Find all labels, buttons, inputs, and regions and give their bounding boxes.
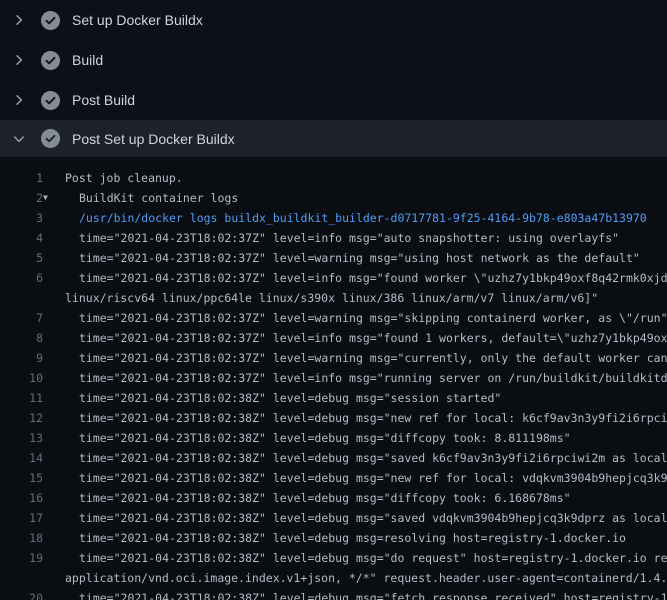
chevron-down-icon [13,133,25,145]
log-line-number[interactable]: 6 [0,268,43,288]
log-line-number[interactable] [0,288,43,308]
log-row: 15 time="2021-04-23T18:02:38Z" level=deb… [0,468,667,488]
chevron-right-icon [13,14,25,26]
step-label: Set up Docker Buildx [72,12,203,28]
log-row: 20 time="2021-04-23T18:02:38Z" level=deb… [0,588,667,600]
log-line-number[interactable]: 4 [0,228,43,248]
log-row: 6 time="2021-04-23T18:02:37Z" level=info… [0,268,667,288]
log-row: 3 /usr/bin/docker logs buildx_buildkit_b… [0,208,667,228]
log-line-text: time="2021-04-23T18:02:38Z" level=debug … [79,548,667,568]
check-circle-icon [41,51,60,70]
log-line-text: time="2021-04-23T18:02:38Z" level=debug … [79,488,571,508]
log-line-number[interactable]: 5 [0,248,43,268]
log-line-text: application/vnd.oci.image.index.v1+json,… [65,568,667,588]
log-row: 16 time="2021-04-23T18:02:38Z" level=deb… [0,488,667,508]
log-line-text: time="2021-04-23T18:02:37Z" level=info m… [79,228,619,248]
log-line-number[interactable]: 16 [0,488,43,508]
log-command-text: /usr/bin/docker logs buildx_buildkit_bui… [79,208,647,228]
log-line-number[interactable]: 7 [0,308,43,328]
log-line-text: time="2021-04-23T18:02:37Z" level=warnin… [79,308,667,328]
log-row: 7 time="2021-04-23T18:02:37Z" level=warn… [0,308,667,328]
check-circle-icon [41,91,60,110]
check-circle-icon [41,11,60,30]
log-line-number[interactable]: 14 [0,448,43,468]
log-row: 9 time="2021-04-23T18:02:37Z" level=warn… [0,348,667,368]
log-row: 18 time="2021-04-23T18:02:38Z" level=deb… [0,528,667,548]
log-line-text: time="2021-04-23T18:02:38Z" level=debug … [79,448,667,468]
log-line-text: time="2021-04-23T18:02:38Z" level=debug … [79,408,667,428]
log-pane: 1 Post job cleanup. 2 ▼ BuildKit containe… [0,157,667,600]
log-line-number[interactable]: 11 [0,388,43,408]
log-line-number[interactable]: 19 [0,548,43,568]
log-line-number[interactable] [0,568,43,588]
log-row: 8 time="2021-04-23T18:02:37Z" level=info… [0,328,667,348]
log-line-number[interactable]: 10 [0,368,43,388]
log-row: 4 time="2021-04-23T18:02:37Z" level=info… [0,228,667,248]
log-row: 2 ▼ BuildKit container logs [0,188,667,208]
log-line-number[interactable]: 9 [0,348,43,368]
log-row: 12 time="2021-04-23T18:02:38Z" level=deb… [0,408,667,428]
log-line-number[interactable]: 17 [0,508,43,528]
log-line-number[interactable]: 1 [0,168,43,188]
log-row: 13 time="2021-04-23T18:02:38Z" level=deb… [0,428,667,448]
log-line-text: time="2021-04-23T18:02:37Z" level=info m… [79,368,667,388]
log-row: application/vnd.oci.image.index.v1+json,… [0,568,667,588]
log-group-title[interactable]: BuildKit container logs [79,188,238,208]
log-line-text: time="2021-04-23T18:02:37Z" level=warnin… [79,348,667,368]
step-header-set-up-docker-buildx[interactable]: Set up Docker Buildx [0,0,667,40]
log-line-text: time="2021-04-23T18:02:38Z" level=debug … [79,508,667,528]
group-expander-triangle-icon[interactable]: ▼ [43,188,57,208]
step-label: Post Set up Docker Buildx [72,131,235,147]
log-line-text: time="2021-04-23T18:02:38Z" level=debug … [79,588,667,600]
check-circle-icon [41,129,60,148]
log-line-text: time="2021-04-23T18:02:37Z" level=info m… [79,268,667,288]
log-row: linux/riscv64 linux/ppc64le linux/s390x … [0,288,667,308]
log-line-text: time="2021-04-23T18:02:38Z" level=debug … [79,388,501,408]
log-row: 17 time="2021-04-23T18:02:38Z" level=deb… [0,508,667,528]
log-line-number[interactable]: 15 [0,468,43,488]
step-header-post-set-up-docker-buildx[interactable]: Post Set up Docker Buildx [0,120,667,157]
log-row: 5 time="2021-04-23T18:02:37Z" level=warn… [0,248,667,268]
log-line-text: Post job cleanup. [65,168,183,188]
log-line-number[interactable]: 8 [0,328,43,348]
log-row: 14 time="2021-04-23T18:02:38Z" level=deb… [0,448,667,468]
log-line-text: time="2021-04-23T18:02:38Z" level=debug … [79,528,626,548]
step-label: Build [72,52,103,68]
step-header-build[interactable]: Build [0,40,667,80]
log-line-text: time="2021-04-23T18:02:37Z" level=info m… [79,328,667,348]
log-row: 10 time="2021-04-23T18:02:37Z" level=inf… [0,368,667,388]
log-line-number[interactable]: 20 [0,588,43,600]
log-line-number[interactable]: 3 [0,208,43,228]
log-line-number[interactable]: 18 [0,528,43,548]
log-row: 1 Post job cleanup. [0,168,667,188]
log-row: 11 time="2021-04-23T18:02:38Z" level=deb… [0,388,667,408]
log-line-number[interactable]: 13 [0,428,43,448]
log-line-text: time="2021-04-23T18:02:38Z" level=debug … [79,468,667,488]
step-header-post-build[interactable]: Post Build [0,80,667,120]
log-line-number[interactable]: 2 [0,188,43,208]
log-line-number[interactable]: 12 [0,408,43,428]
chevron-right-icon [13,94,25,106]
log-line-text: time="2021-04-23T18:02:38Z" level=debug … [79,428,571,448]
step-list: Set up Docker Buildx Build Post Buil [0,0,667,157]
actions-log-viewer: Set up Docker Buildx Build Post Buil [0,0,667,600]
step-label: Post Build [72,92,135,108]
log-line-text: time="2021-04-23T18:02:37Z" level=warnin… [79,248,640,268]
log-line-text: linux/riscv64 linux/ppc64le linux/s390x … [65,288,598,308]
log-row: 19 time="2021-04-23T18:02:38Z" level=deb… [0,548,667,568]
chevron-right-icon [13,54,25,66]
